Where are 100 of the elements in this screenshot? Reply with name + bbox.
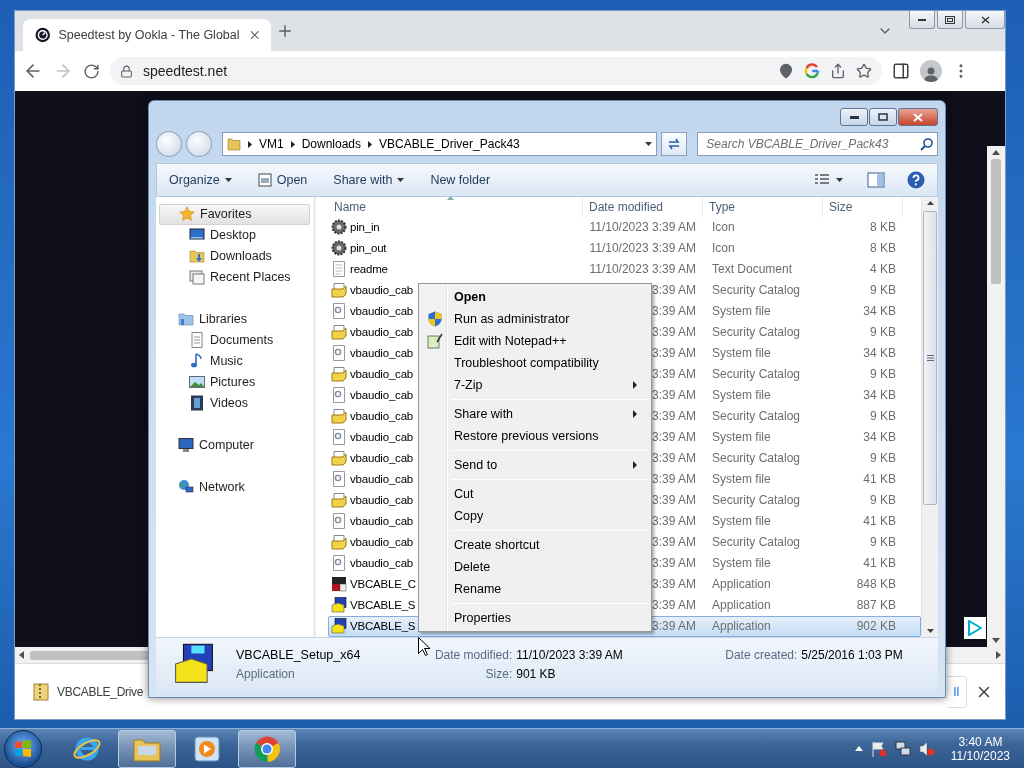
nav-item[interactable]: Favorites [159,203,310,225]
reload-icon[interactable] [83,62,100,80]
menu-item[interactable]: Share with [421,403,649,425]
file-name[interactable]: pin_in [350,221,380,234]
scroll-up-arrow-icon[interactable] [926,200,934,205]
side-panel-icon[interactable] [892,62,910,80]
nav-item[interactable]: Libraries [159,308,310,330]
file-name[interactable]: vbaudio_cab [350,326,414,339]
breadcrumb[interactable]: VM1 [258,137,284,152]
file-name[interactable]: VBCABLE_S [350,620,416,633]
file-name[interactable]: vbaudio_cab [350,515,414,528]
menu-item[interactable]: Troubleshoot compatibility [421,352,649,374]
bookmark-star-icon[interactable] [856,63,872,79]
refresh-button[interactable] [661,132,688,157]
show-hidden-icons[interactable] [854,746,863,751]
help-icon[interactable] [907,171,925,189]
file-name[interactable]: vbaudio_cab [350,284,414,297]
menu-item[interactable]: Edit with Notepad++ [421,330,649,352]
column-header[interactable]: Size [823,196,903,217]
column-header[interactable]: Date modified [583,196,703,217]
breadcrumb[interactable]: Downloads [301,137,361,152]
file-name[interactable]: VBCABLE_S [350,599,416,612]
show-all-button[interactable]: ll [947,675,967,708]
browser-tab[interactable]: Speedtest by Ookla - The Global [23,19,271,51]
address-bar[interactable]: VM1 Downloads VBCABLE_Driver_Pack43 [221,132,658,157]
file-name[interactable]: vbaudio_cab [350,557,414,570]
ad-info-button[interactable] [964,617,986,639]
file-name[interactable]: vbaudio_cab [350,389,414,402]
clock-date[interactable]: 11/10/2023 [950,748,1010,763]
preview-pane-icon[interactable] [867,172,885,188]
location-pin-icon[interactable] [778,63,794,79]
network-icon[interactable] [894,740,911,757]
scroll-down-arrow-icon[interactable] [926,628,934,633]
nav-item[interactable]: Desktop [159,224,310,246]
file-name[interactable]: vbaudio_cab [350,305,414,318]
speaker-muted-icon[interactable] [918,740,935,757]
command-button[interactable]: Open [251,170,314,190]
clock-time[interactable]: 3:40 AM [958,734,1003,749]
scroll-up-arrow-icon[interactable] [992,150,1000,155]
column-header[interactable]: Name [328,196,583,217]
flag-icon[interactable] [870,740,887,757]
command-button[interactable]: Share with [327,170,411,190]
menu-item[interactable]: Send to [421,454,649,476]
address-bar[interactable]: speedtest.net [110,57,882,85]
start-button[interactable] [4,729,42,768]
menu-item[interactable]: Open [421,286,649,308]
breadcrumb[interactable]: VBCABLE_Driver_Pack43 [379,137,520,152]
nav-item[interactable]: Videos [159,392,310,414]
scroll-right-arrow-icon[interactable] [996,651,1001,659]
menu-item[interactable]: Copy [421,505,649,527]
view-options-icon[interactable] [814,173,830,187]
file-name[interactable]: vbaudio_cab [350,473,414,486]
download-filename[interactable]: VBCABLE_Drive [57,684,144,699]
taskbar-app[interactable] [238,729,296,768]
file-name[interactable]: VBCABLE_C [350,578,416,591]
menu-item[interactable]: 7-Zip [421,374,649,396]
scroll-down-arrow-icon[interactable] [992,638,1000,643]
file-name[interactable]: vbaudio_cab [350,536,414,549]
minimize-button[interactable] [909,11,935,29]
avatar-button[interactable] [920,60,942,82]
nav-item[interactable]: Pictures [159,371,310,393]
maximize-button[interactable] [869,108,897,126]
file-name[interactable]: vbaudio_cab [350,347,414,360]
nav-item[interactable]: Network [159,476,310,498]
file-name[interactable]: vbaudio_cab [350,452,414,465]
file-name[interactable]: vbaudio_cab [350,410,414,423]
nav-item[interactable]: Recent Places [159,266,310,288]
new-tab-icon[interactable] [276,22,294,40]
column-header[interactable]: Type [703,196,823,217]
colored-ring-icon[interactable] [804,63,820,79]
menu-item[interactable]: Rename [421,578,649,600]
menu-item[interactable]: Restore previous versions [421,425,649,447]
share-icon[interactable] [830,63,846,79]
scroll-left-arrow-icon[interactable] [19,651,24,659]
nav-item[interactable]: Computer [159,434,310,456]
grip-icon[interactable] [926,354,934,361]
close-button[interactable] [965,11,1005,29]
nav-item[interactable]: Documents [159,329,310,351]
file-name[interactable]: vbaudio_cab [350,494,414,507]
menu-item[interactable]: Cut [421,483,649,505]
file-name[interactable]: pin_out [350,242,387,255]
file-name[interactable]: vbaudio_cab [350,431,414,444]
restore-button[interactable] [937,11,963,29]
nav-item[interactable]: Music [159,350,310,372]
taskbar-app[interactable] [118,729,176,768]
file-size: 8 KB [870,241,896,256]
scrollbar-thumb[interactable] [991,159,1001,284]
menu-item[interactable]: Create shortcut [421,534,649,556]
search-field[interactable]: Search VBCABLE_Driver_Pack43 [697,132,938,157]
command-button[interactable]: New folder [424,170,497,190]
file-name[interactable]: readme [350,263,388,276]
command-button[interactable]: Organize [163,170,238,190]
menu-item[interactable]: Properties [421,607,649,629]
close-button[interactable] [898,108,938,126]
nav-item[interactable]: Downloads [159,245,310,267]
menu-item[interactable]: Run as administrator [421,308,649,330]
minimize-button[interactable] [840,108,868,126]
date-modified: 3:39 AM [651,367,696,382]
file-name[interactable]: vbaudio_cab [350,368,414,381]
menu-item[interactable]: Delete [421,556,649,578]
